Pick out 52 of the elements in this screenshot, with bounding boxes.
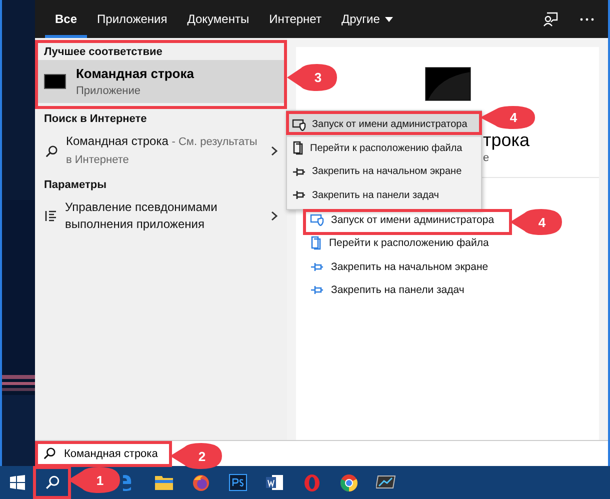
action-link[interactable]: Запуск от имени администратора (331, 214, 494, 226)
action-link[interactable]: Закрепить на панели задач (331, 284, 464, 296)
terminal-icon (44, 74, 66, 89)
tab[interactable]: Документы (177, 0, 260, 38)
document-app-icon[interactable] (266, 474, 284, 491)
image-editor-icon[interactable] (228, 474, 246, 491)
search-value: Командная строка (64, 448, 158, 460)
tab[interactable]: Другие (331, 0, 403, 38)
result-title: Командная строка (76, 66, 194, 81)
pin-icon (310, 285, 324, 296)
step-callout: 1 (68, 467, 120, 493)
section-heading: Лучшее соответствие (43, 45, 164, 60)
list-icon (45, 210, 57, 222)
app-title: трока (483, 130, 530, 151)
tab[interactable]: Приложения (87, 0, 178, 38)
search-icon (44, 475, 60, 490)
result-subtitle: Приложение (76, 85, 142, 97)
file-location-icon (292, 141, 304, 156)
step-callout: 2 (170, 443, 222, 469)
settings-result[interactable]: Управление псевдонимами выполнения приложения (65, 199, 263, 233)
step-callout: 4 (510, 209, 562, 235)
shield-icon (310, 214, 324, 226)
menu-item[interactable]: Закрепить на панели задач (287, 184, 481, 207)
search-icon (43, 447, 56, 460)
step-callout: 3 (287, 64, 337, 91)
chevron-right-icon (271, 146, 278, 156)
file-location-icon (310, 236, 322, 250)
section-heading: Поиск в Интернете (43, 112, 148, 127)
feedback-icon[interactable] (543, 12, 558, 26)
terminal-icon (425, 67, 471, 101)
section-heading: Параметры (43, 178, 108, 193)
menu-item[interactable]: Закрепить на начальном экране (287, 160, 481, 184)
windows-icon (10, 475, 25, 490)
best-match-item[interactable]: Командная строка Приложение (35, 60, 287, 103)
web-result[interactable]: Командная строка - См. результаты в Интернете (66, 133, 263, 169)
folder-icon[interactable] (154, 475, 172, 490)
chevron-right-icon (271, 211, 278, 221)
pin-icon (292, 166, 306, 177)
browser-icon[interactable] (192, 474, 210, 492)
shield-icon (292, 118, 306, 131)
pin-icon (292, 190, 306, 200)
browser-icon[interactable] (340, 474, 358, 492)
app-subtitle: е (483, 152, 490, 164)
search-icon (45, 144, 58, 158)
tab[interactable]: Интернет (259, 0, 332, 38)
monitor-icon[interactable] (376, 474, 396, 490)
step-callout: 4 (480, 106, 535, 129)
more-icon[interactable] (580, 18, 594, 20)
pin-icon (310, 262, 324, 272)
menu-item[interactable]: Перейти к расположению файла (287, 136, 481, 160)
action-link[interactable]: Закрепить на начальном экране (331, 260, 488, 273)
action-link[interactable]: Перейти к расположению файла (329, 237, 489, 250)
